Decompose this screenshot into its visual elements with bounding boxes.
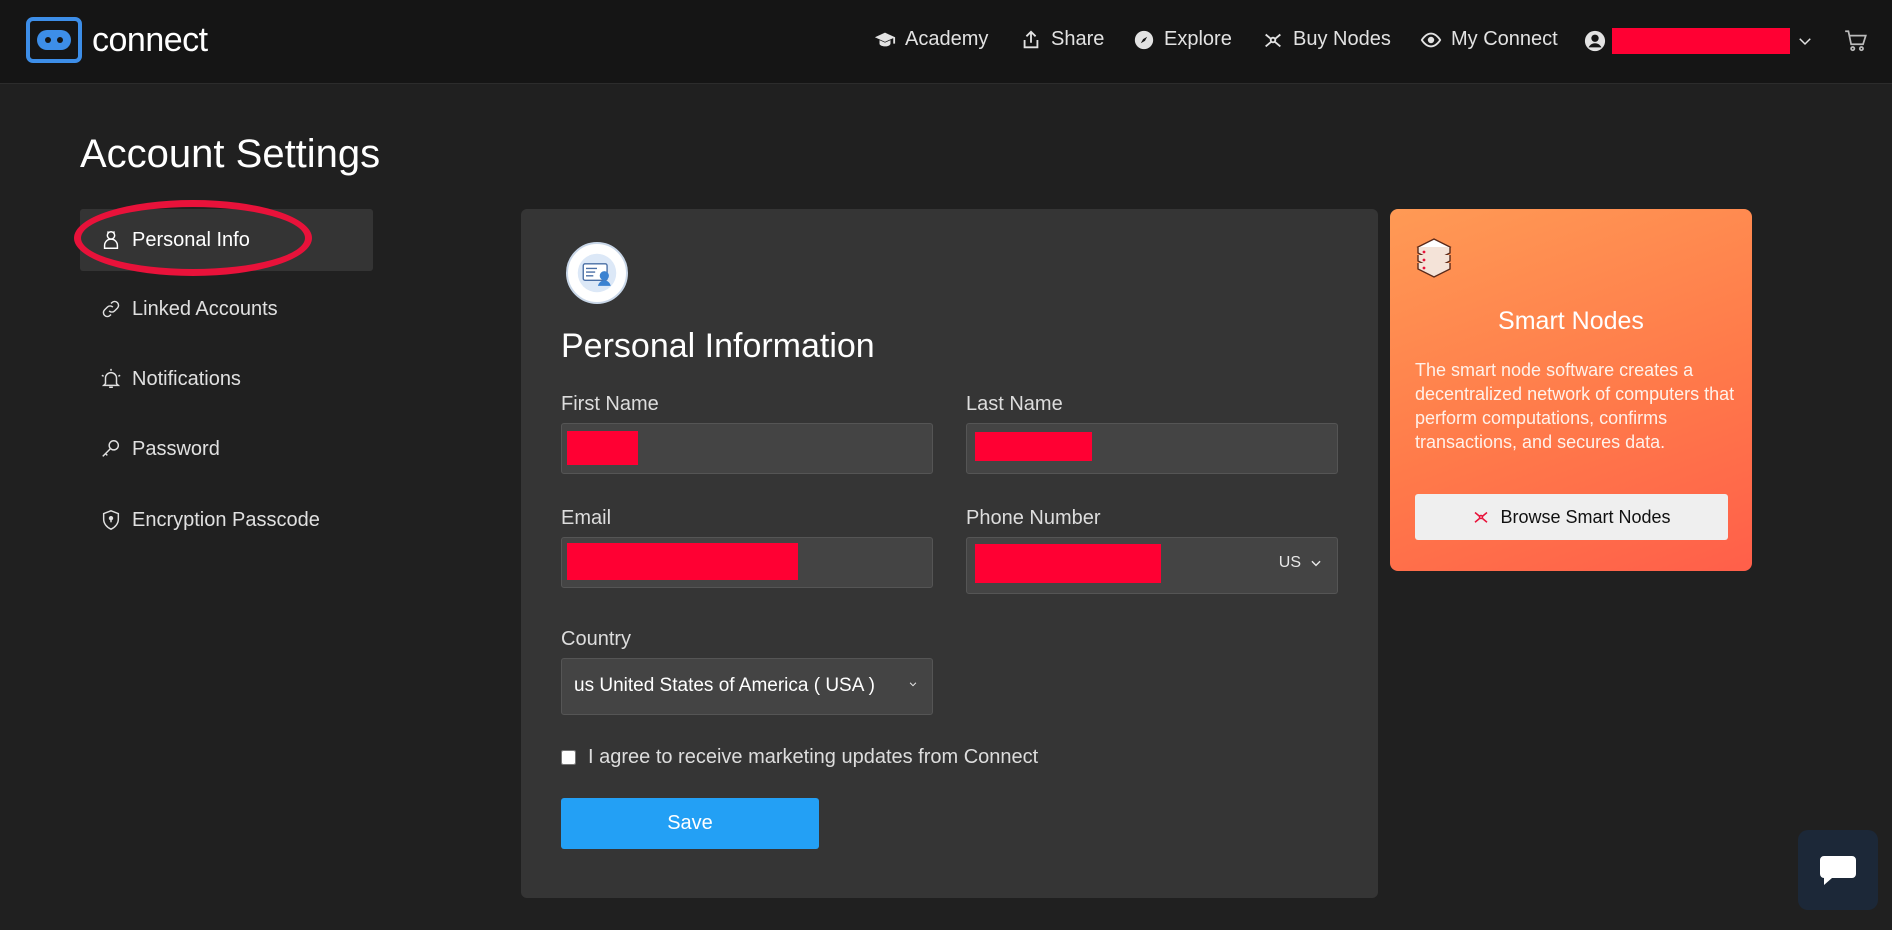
last-name-label: Last Name (966, 393, 1063, 415)
marketing-consent-checkbox[interactable] (561, 750, 576, 765)
country-select[interactable]: us United States of America ( USA ) (561, 658, 933, 715)
browse-smart-nodes-button[interactable]: Browse Smart Nodes (1415, 494, 1728, 540)
sidebar-item-label: Password (132, 437, 220, 460)
shield-icon (102, 510, 120, 530)
phone-redacted (975, 544, 1161, 583)
profile-card-icon (566, 242, 628, 304)
country-label: Country (561, 628, 632, 650)
nav-academy[interactable]: Academy (874, 28, 988, 51)
nav-share-label: Share (1051, 28, 1105, 50)
top-nav-bar: connect Academy Share Explore Buy Nodes … (0, 0, 1892, 84)
form-title: Personal Information (561, 327, 875, 365)
phone-country-select[interactable]: US (1279, 554, 1323, 572)
first-name-label: First Name (561, 393, 659, 415)
username-redacted (1612, 28, 1790, 54)
compass-icon (1134, 30, 1154, 49)
sidebar-item-encryption-passcode[interactable]: Encryption Passcode (80, 489, 373, 551)
sidebar-item-personal-info[interactable]: Personal Info (80, 209, 373, 271)
user-circle-icon (1584, 30, 1606, 52)
email-input[interactable] (561, 537, 933, 588)
country-value: us United States of America ( USA ) (574, 675, 874, 696)
share-icon (1023, 29, 1039, 48)
nav-my-connect[interactable]: My Connect (1420, 28, 1558, 51)
graduation-cap-icon (874, 32, 896, 46)
nodes-icon (1265, 33, 1281, 47)
phone-country-code: US (1278, 554, 1301, 571)
page-title: Account Settings (80, 132, 381, 176)
email-redacted (567, 543, 798, 580)
save-button[interactable]: Save (561, 798, 819, 849)
chevron-down-icon (1799, 38, 1811, 46)
sidebar-item-label: Linked Accounts (132, 297, 278, 320)
promo-title: Smart Nodes (1498, 307, 1644, 335)
last-name-input[interactable] (966, 423, 1338, 474)
nav-share[interactable]: Share (1020, 28, 1104, 51)
key-icon (102, 440, 120, 457)
chat-bubble-icon (1820, 856, 1856, 885)
first-name-input[interactable] (561, 423, 933, 474)
phone-label: Phone Number (966, 507, 1101, 529)
nav-buy-nodes[interactable]: Buy Nodes (1262, 28, 1391, 51)
person-icon (103, 231, 119, 249)
sidebar-item-label: Notifications (132, 367, 241, 390)
link-icon (102, 300, 120, 318)
promo-description: The smart node software creates a decent… (1415, 360, 1735, 452)
server-stack-icon (1416, 238, 1452, 278)
cart-icon[interactable] (1843, 28, 1869, 54)
sidebar-item-label: Personal Info (132, 228, 250, 251)
sidebar-item-password[interactable]: Password (80, 418, 373, 480)
email-label: Email (561, 507, 612, 529)
chat-launcher[interactable] (1798, 830, 1878, 910)
eye-icon (1420, 32, 1442, 47)
user-menu[interactable] (1584, 28, 1814, 54)
bell-icon (101, 368, 121, 388)
smart-nodes-promo: Smart Nodes The smart node software crea… (1390, 209, 1752, 571)
browse-smart-nodes-label: Browse Smart Nodes (1500, 506, 1671, 527)
marketing-consent[interactable]: I agree to receive marketing updates fro… (561, 746, 1038, 769)
sidebar-item-notifications[interactable]: Notifications (80, 348, 373, 410)
brand-logo[interactable]: connect (26, 17, 208, 63)
marketing-consent-label: I agree to receive marketing updates fro… (588, 746, 1039, 768)
nodes-icon (1474, 511, 1488, 523)
nav-my-connect-label: My Connect (1451, 28, 1558, 50)
nav-explore[interactable]: Explore (1133, 28, 1232, 51)
logo-mark-icon (26, 17, 82, 63)
nav-explore-label: Explore (1164, 28, 1232, 50)
nav-buy-nodes-label: Buy Nodes (1293, 28, 1391, 50)
brand-name: connect (92, 20, 208, 59)
chevron-down-icon (1311, 560, 1321, 567)
nav-academy-label: Academy (905, 28, 989, 50)
sidebar-item-linked-accounts[interactable]: Linked Accounts (80, 278, 373, 340)
phone-input[interactable]: US (966, 537, 1338, 594)
personal-info-card: Personal Information First Name Last Nam… (521, 209, 1378, 898)
sidebar-item-label: Encryption Passcode (132, 508, 320, 531)
first-name-redacted (567, 431, 638, 465)
last-name-redacted (975, 432, 1092, 461)
chevron-down-icon (909, 682, 917, 687)
